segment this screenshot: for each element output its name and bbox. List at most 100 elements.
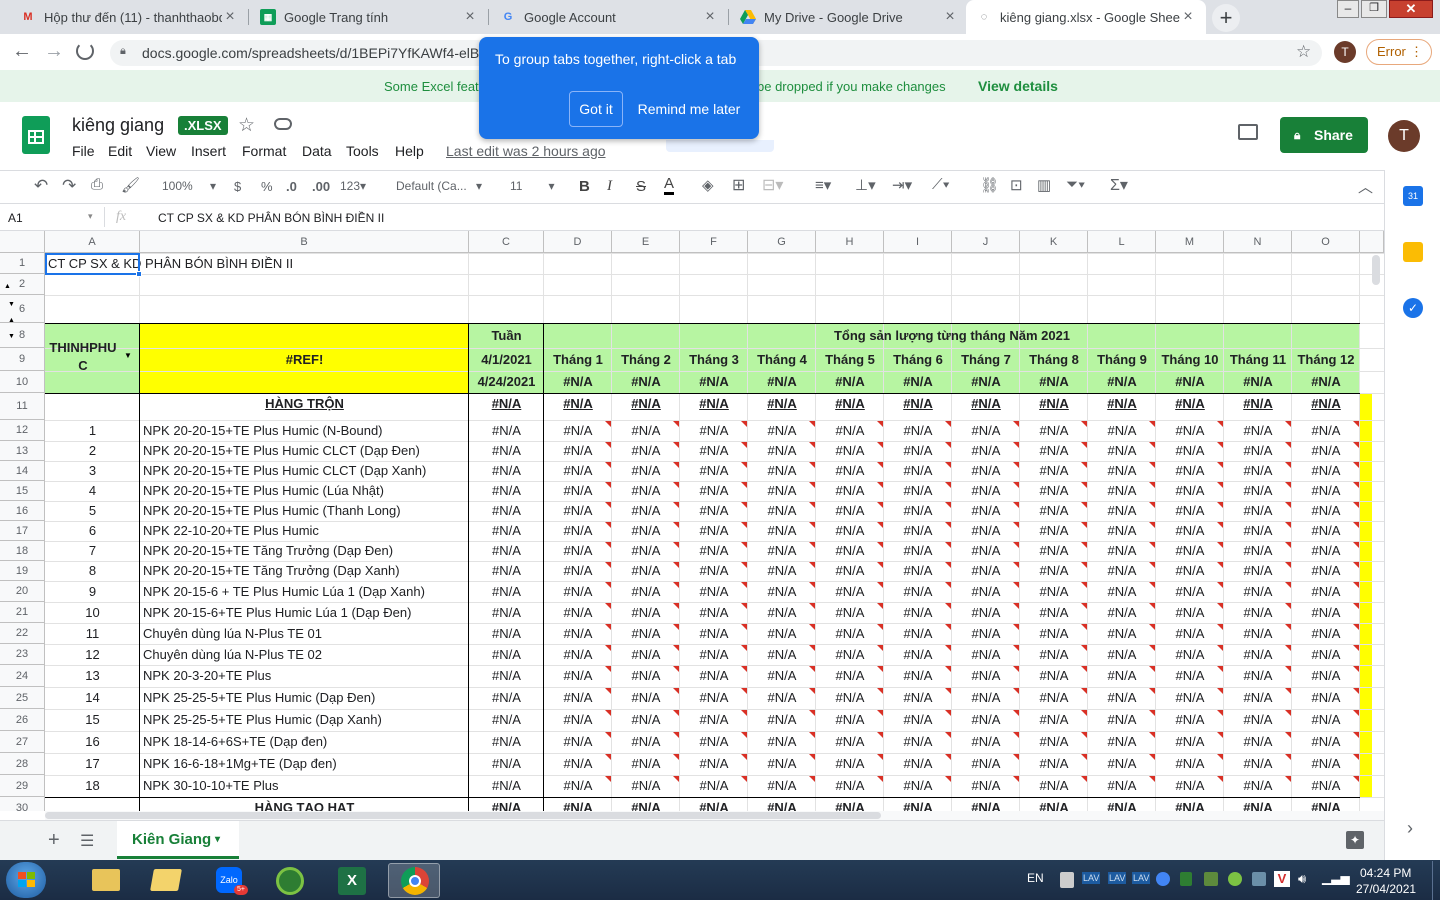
column-header-o[interactable]: O	[1292, 231, 1360, 253]
undo-icon[interactable]: ↶	[34, 176, 48, 196]
row-header-15[interactable]: 15	[0, 481, 45, 501]
filter-dropdown-icon[interactable]: ▼	[124, 351, 132, 360]
tray-app-icon[interactable]	[1204, 872, 1218, 886]
doc-title[interactable]: kiêng giang	[72, 115, 164, 136]
explore-icon[interactable]: ✦	[1346, 831, 1364, 849]
add-sheet-icon[interactable]: +	[48, 829, 60, 852]
row-header-16[interactable]: 16	[0, 501, 45, 521]
lav-icon[interactable]: LAV	[1132, 872, 1151, 884]
vertical-align-icon[interactable]: ⊥▾	[855, 176, 876, 194]
row-header-25[interactable]: 25	[0, 687, 45, 709]
row-header-28[interactable]: 28	[0, 753, 45, 775]
minimize-button[interactable]: –	[1337, 0, 1359, 18]
menu-insert[interactable]: Insert	[191, 143, 226, 159]
fill-color-icon[interactable]: ◈	[702, 176, 714, 194]
column-header-a[interactable]: A	[45, 231, 140, 253]
row-group-toggle-icon[interactable]: ▲	[8, 317, 15, 324]
row-header-11[interactable]: 11	[0, 393, 45, 420]
column-header-h[interactable]: H	[816, 231, 884, 253]
menu-data[interactable]: Data	[302, 143, 332, 159]
lav-icon[interactable]: LAV	[1082, 872, 1101, 884]
text-rotate-icon[interactable]: ⟋▾	[932, 176, 950, 193]
browser-tab-google-account[interactable]: G Google Account ×	[490, 0, 728, 34]
zalo-taskbar-icon[interactable]: Zalo 5+	[202, 863, 254, 898]
vertical-scrollbar-thumb[interactable]	[1372, 255, 1380, 285]
tray-app-icon[interactable]	[1252, 872, 1266, 886]
menu-tools[interactable]: Tools	[346, 143, 379, 159]
calendar-icon[interactable]: 31	[1403, 186, 1423, 206]
green-app-taskbar-icon[interactable]	[264, 863, 316, 898]
signal-icon[interactable]: ▁▃▅	[1322, 871, 1350, 885]
column-header-i[interactable]: I	[884, 231, 952, 253]
row-header-29[interactable]: 29	[0, 775, 45, 797]
row-header-26[interactable]: 26	[0, 709, 45, 731]
row-group-toggle-icon[interactable]: ▲	[4, 283, 11, 290]
close-icon[interactable]: ×	[702, 8, 718, 26]
strikethrough-button[interactable]: S	[636, 178, 646, 195]
got-it-button[interactable]: Got it	[569, 91, 623, 127]
row-header-9[interactable]: 9	[0, 348, 45, 371]
clock-time[interactable]: 04:24 PM	[1360, 866, 1411, 880]
increase-decimal-button[interactable]: .00	[312, 179, 330, 194]
cloud-status-icon[interactable]	[274, 118, 292, 130]
decrease-decimal-button[interactable]: .0	[286, 179, 297, 194]
borders-icon[interactable]: ⊞	[732, 175, 745, 195]
text-wrap-icon[interactable]: ⇥▾	[892, 176, 912, 194]
close-icon[interactable]: ×	[1180, 8, 1196, 26]
column-header-f[interactable]: F	[680, 231, 748, 253]
font-select[interactable]: Default (Ca... ▾	[396, 179, 482, 193]
close-icon[interactable]: ×	[222, 8, 238, 26]
italic-button[interactable]: I	[607, 178, 612, 195]
last-edit-link[interactable]: Last edit was 2 hours ago	[446, 143, 606, 159]
link-icon[interactable]: ⛓︎	[980, 176, 999, 194]
row-header-24[interactable]: 24	[0, 665, 45, 687]
bold-button[interactable]: B	[579, 178, 590, 195]
percent-button[interactable]: %	[261, 179, 273, 194]
browser-tab-sheets-home[interactable]: ▦ Google Trang tính ×	[250, 0, 488, 34]
functions-icon[interactable]: Σ▾	[1110, 175, 1128, 195]
row-header-19[interactable]: 19	[0, 561, 45, 581]
account-avatar[interactable]: T	[1388, 120, 1420, 152]
column-header-d[interactable]: D	[544, 231, 612, 253]
sheet-tab-kien-giang[interactable]: Kiên Giang ▾	[117, 821, 239, 859]
tasks-icon[interactable]: ✓	[1403, 298, 1423, 318]
row-header-17[interactable]: 17	[0, 521, 45, 541]
shield-icon[interactable]	[1180, 872, 1192, 886]
clock-date[interactable]: 27/04/2021	[1356, 882, 1416, 896]
column-header-n[interactable]: N	[1224, 231, 1292, 253]
row-header-6[interactable]: 6	[0, 295, 45, 323]
row-header-21[interactable]: 21	[0, 602, 45, 623]
profile-avatar[interactable]: T	[1334, 41, 1356, 63]
menu-view[interactable]: View	[146, 143, 176, 159]
keep-icon[interactable]	[1403, 242, 1423, 262]
name-box-dropdown-icon[interactable]: ▾	[88, 211, 93, 222]
select-all-corner[interactable]	[0, 231, 45, 253]
horizontal-align-icon[interactable]: ≡▾	[815, 176, 831, 194]
row-header-22[interactable]: 22	[0, 623, 45, 644]
windows-start-button[interactable]	[6, 862, 46, 898]
browser-tab-active-sheet[interactable]: ◌ kiêng giang.xlsx - Google Sheets ×	[966, 0, 1206, 34]
column-header-k[interactable]: K	[1020, 231, 1088, 253]
column-header-m[interactable]: M	[1156, 231, 1224, 253]
language-indicator[interactable]: EN	[1027, 871, 1044, 885]
active-cell-selection[interactable]	[45, 253, 140, 275]
sheet-tab-dropdown-icon[interactable]: ▾	[215, 821, 220, 859]
menu-file[interactable]: File	[72, 143, 95, 159]
close-icon[interactable]: ×	[942, 8, 958, 26]
view-details-link[interactable]: View details	[978, 78, 1058, 94]
merge-cells-icon[interactable]: ⊟▾	[762, 175, 783, 195]
all-sheets-icon[interactable]: ☰	[80, 831, 94, 851]
excel-taskbar-icon[interactable]: X	[326, 863, 378, 898]
formula-input[interactable]: CT CP SX & KD PHÂN BÓN BÌNH ĐIỀN II	[158, 211, 384, 225]
new-tab-button[interactable]: +	[1212, 4, 1240, 32]
redo-icon[interactable]: ↷	[62, 176, 76, 196]
bookmark-star-icon[interactable]: ☆	[1296, 42, 1311, 62]
column-header-b[interactable]: B	[140, 231, 469, 253]
spreadsheet-grid[interactable]: A B C D E F G H I J K L M N O 1 2 6 8 9 10 11 12 13 14 15 16 17 18 19…	[0, 231, 1384, 811]
row-header-14[interactable]: 14	[0, 461, 45, 481]
more-formats-button[interactable]: 123▾	[340, 179, 366, 193]
network-drive-icon[interactable]	[1060, 872, 1074, 888]
column-header-p[interactable]	[1360, 231, 1384, 253]
menu-edit[interactable]: Edit	[108, 143, 132, 159]
text-color-button[interactable]: A	[664, 176, 675, 195]
